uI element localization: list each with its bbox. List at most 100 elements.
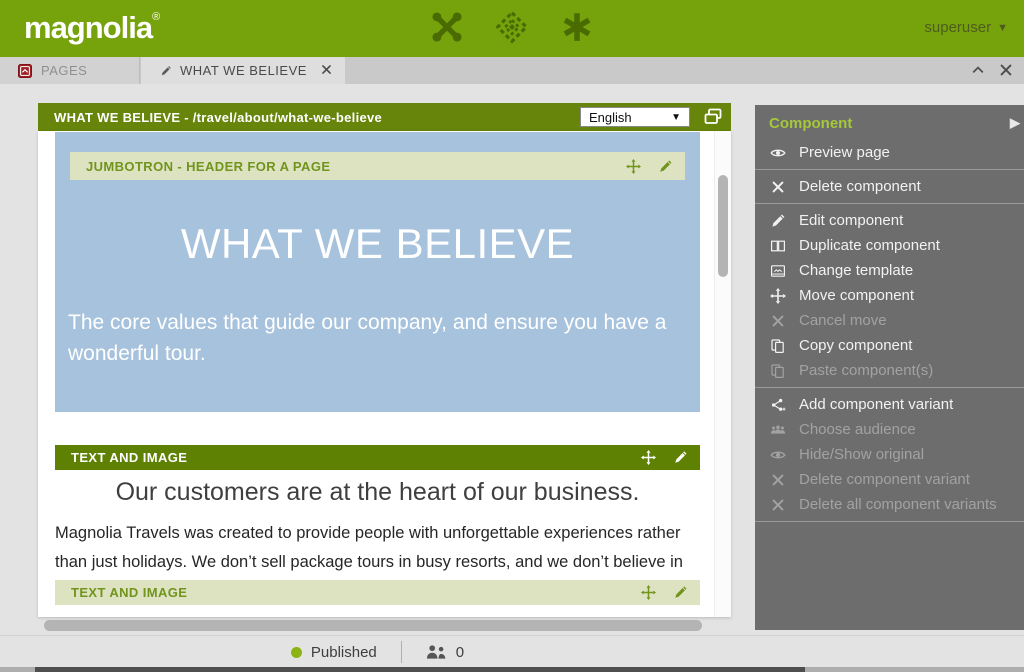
menu-separator — [755, 203, 1024, 204]
close-icon[interactable] — [998, 62, 1014, 78]
component-action-panel: Component ▶ Preview page Delete component… — [755, 105, 1024, 630]
paste-icon — [769, 363, 787, 379]
menu-item-duplicate-component[interactable]: Duplicate component — [755, 233, 1024, 258]
tab-what-we-believe[interactable]: WHAT WE BELIEVE — [141, 57, 345, 84]
pencil-icon — [769, 213, 787, 229]
status-divider — [401, 641, 402, 663]
x-icon — [769, 472, 787, 488]
menu-separator — [755, 169, 1024, 170]
people-icon — [426, 644, 447, 660]
menu-item-label: Add component variant — [799, 396, 953, 413]
published-status-dot — [291, 647, 302, 658]
menu-item-change-template[interactable]: Change template — [755, 258, 1024, 283]
tab-pages-label: PAGES — [41, 63, 87, 78]
text-image-1-label-bar[interactable]: TEXT AND IMAGE — [55, 445, 700, 470]
tab-active-label: WHAT WE BELIEVE — [180, 63, 307, 78]
favorites-icon[interactable] — [558, 8, 596, 46]
menu-item-hide-show-original: Hide/Show original — [755, 442, 1024, 467]
component-panel-title: Component ▶ — [755, 105, 1024, 140]
x-icon — [769, 179, 787, 195]
bottom-edge-strip — [0, 667, 1024, 672]
edit-icon[interactable] — [658, 159, 673, 174]
menu-item-label: Delete component variant — [799, 471, 970, 488]
x-icon — [769, 497, 787, 513]
language-select[interactable]: English ▼ — [580, 107, 690, 127]
menu-item-label: Change template — [799, 262, 913, 279]
move-icon — [769, 288, 787, 304]
menu-item-label: Delete all component variants — [799, 496, 997, 513]
menu-item-add-component-variant[interactable]: Add component variant — [755, 392, 1024, 417]
tab-bar: PAGES WHAT WE BELIEVE — [0, 57, 1024, 84]
menu-item-edit-component[interactable]: Edit component — [755, 208, 1024, 233]
menu-item-delete-component[interactable]: Delete component — [755, 174, 1024, 199]
menu-item-label: Choose audience — [799, 421, 916, 438]
page-path-title: WHAT WE BELIEVE - /travel/about/what-we-… — [38, 110, 382, 125]
menu-item-label: Move component — [799, 287, 914, 304]
move-icon[interactable] — [641, 450, 656, 465]
pulse-icon[interactable] — [493, 8, 531, 46]
pages-app-icon — [18, 64, 32, 78]
vertical-scrollbar-thumb[interactable] — [718, 175, 728, 277]
viewers-count: 0 — [456, 644, 464, 661]
jumbotron-label: JUMBOTRON - HEADER FOR A PAGE — [86, 159, 330, 174]
menu-item-move-component[interactable]: Move component — [755, 283, 1024, 308]
vertical-scrollbar[interactable] — [714, 131, 731, 617]
page-canvas: JUMBOTRON - HEADER FOR A PAGE WHAT WE BE… — [38, 131, 731, 617]
variant-icon — [769, 397, 787, 413]
x-icon — [769, 313, 787, 329]
viewers-indicator: 0 — [426, 644, 464, 661]
horizontal-scrollbar-thumb[interactable] — [44, 620, 702, 631]
status-bar: Published 0 — [0, 635, 1024, 667]
menu-item-label: Paste component(s) — [799, 362, 933, 379]
component-menu: Preview page Delete component Edit compone… — [755, 140, 1024, 522]
text-image-2-label: TEXT AND IMAGE — [71, 585, 187, 600]
app-launcher-icon[interactable] — [428, 8, 466, 46]
menu-item-label: Copy component — [799, 337, 912, 354]
menu-item-choose-audience: Choose audience — [755, 417, 1024, 442]
publish-status-label: Published — [311, 644, 377, 661]
edit-icon[interactable] — [673, 585, 688, 600]
magnolia-app-window: magnolia® superuser ▼ PAGES WHAT WE BELI… — [0, 0, 1024, 672]
menu-item-label: Duplicate component — [799, 237, 940, 254]
template-icon — [769, 263, 787, 279]
user-name: superuser — [924, 19, 991, 36]
menu-item-delete-all-component-variants: Delete all component variants — [755, 492, 1024, 517]
eye-icon — [769, 447, 787, 463]
menu-item-label: Delete component — [799, 178, 921, 195]
page-editor: WHAT WE BELIEVE - /travel/about/what-we-… — [38, 103, 731, 617]
menu-item-cancel-move: Cancel move — [755, 308, 1024, 333]
jumbotron-component[interactable]: JUMBOTRON - HEADER FOR A PAGE WHAT WE BE… — [55, 132, 700, 412]
duplicate-icon — [769, 238, 787, 254]
menu-item-paste-component-s: Paste component(s) — [755, 358, 1024, 383]
text-image-1-heading: Our customers are at the heart of our bu… — [55, 478, 700, 507]
app-header: magnolia® superuser ▼ — [0, 0, 1024, 57]
copy-icon — [769, 338, 787, 354]
open-in-window-icon[interactable] — [703, 107, 723, 127]
tab-pages[interactable]: PAGES — [0, 57, 140, 84]
edit-icon[interactable] — [673, 450, 688, 465]
text-image-2-label-bar[interactable]: TEXT AND IMAGE — [55, 580, 700, 605]
chevron-down-icon: ▼ — [671, 112, 681, 123]
chevron-down-icon: ▼ — [997, 22, 1008, 34]
menu-item-label: Edit component — [799, 212, 903, 229]
move-icon[interactable] — [626, 159, 641, 174]
pencil-icon — [160, 65, 172, 77]
menu-item-copy-component[interactable]: Copy component — [755, 333, 1024, 358]
collapse-icon[interactable] — [970, 62, 986, 78]
tab-close-icon[interactable] — [320, 63, 333, 76]
submenu-arrow-icon[interactable]: ▶ — [1010, 115, 1020, 131]
text-image-1-label: TEXT AND IMAGE — [71, 450, 187, 465]
move-icon[interactable] — [641, 585, 656, 600]
menu-item-label: Cancel move — [799, 312, 887, 329]
audience-icon — [769, 422, 787, 438]
user-menu[interactable]: superuser ▼ — [924, 19, 1008, 36]
menu-item-label: Preview page — [799, 144, 890, 161]
eye-icon — [769, 145, 787, 161]
menu-separator — [755, 521, 1024, 522]
menu-item-delete-component-variant: Delete component variant — [755, 467, 1024, 492]
menu-item-label: Hide/Show original — [799, 446, 924, 463]
jumbotron-label-bar[interactable]: JUMBOTRON - HEADER FOR A PAGE — [70, 152, 685, 180]
menu-item-preview-page[interactable]: Preview page — [755, 140, 1024, 165]
jumbotron-subtitle: The core values that guide our company, … — [68, 307, 687, 369]
page-editor-title-bar: WHAT WE BELIEVE - /travel/about/what-we-… — [38, 103, 731, 131]
